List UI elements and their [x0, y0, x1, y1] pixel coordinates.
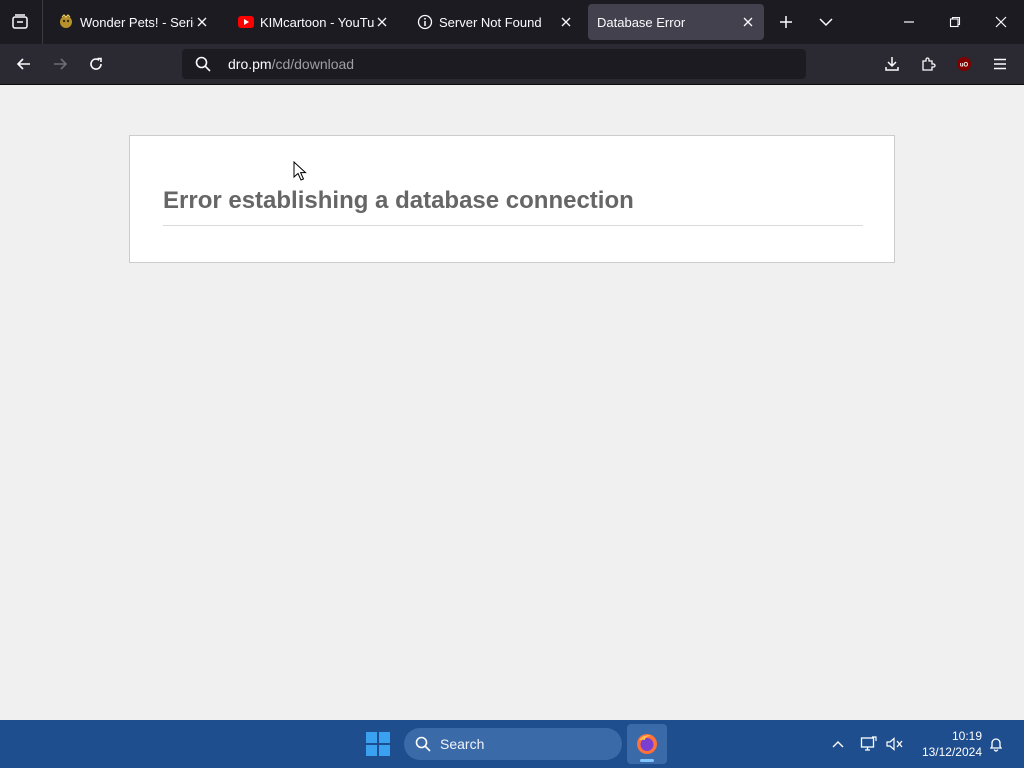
- search-icon: [414, 735, 432, 753]
- notifications-button[interactable]: [986, 734, 1006, 754]
- extensions-button[interactable]: [914, 50, 942, 78]
- url-path: /cd/download: [271, 56, 355, 72]
- network-icon: [860, 736, 877, 751]
- network-button[interactable]: [859, 734, 879, 754]
- start-button[interactable]: [366, 732, 390, 756]
- search-label: Search: [440, 736, 485, 752]
- reload-button[interactable]: [82, 50, 110, 78]
- close-tab-icon[interactable]: [558, 14, 574, 30]
- windows-logo-pane: [379, 732, 390, 743]
- minimize-icon: [904, 21, 914, 23]
- hamburger-menu-icon: [994, 58, 1006, 70]
- close-icon: [995, 16, 1007, 28]
- restore-button[interactable]: [938, 8, 972, 36]
- error-box: Error establishing a database connection: [129, 135, 895, 263]
- bell-icon: [989, 738, 1003, 752]
- firefox-view-icon: [12, 14, 28, 29]
- clock-date: 13/12/2024: [921, 745, 982, 759]
- back-button[interactable]: [10, 50, 38, 78]
- clock-time: 10:19: [951, 729, 982, 743]
- download-icon: [885, 57, 899, 71]
- close-window-button[interactable]: [984, 8, 1018, 36]
- speaker-muted-icon: [886, 737, 903, 751]
- app-menu-button[interactable]: [986, 50, 1014, 78]
- chevron-down-icon: [819, 18, 833, 27]
- puzzle-piece-icon: [922, 57, 936, 71]
- ublock-origin-button[interactable]: uO: [950, 50, 978, 78]
- close-tab-icon[interactable]: [740, 14, 756, 30]
- taskbar-firefox[interactable]: [627, 724, 667, 764]
- volume-button[interactable]: [885, 734, 905, 754]
- tab-strip: Wonder Pets! - Series ( KIMcartoon - You…: [0, 0, 1024, 44]
- tab-database-error[interactable]: Database Error: [588, 4, 764, 40]
- svg-text:uO: uO: [960, 63, 969, 69]
- mouse-cursor-icon: [293, 160, 307, 186]
- tab-kimcartoon-youtube[interactable]: KIMcartoon - YouTube: [228, 4, 398, 40]
- close-tab-icon[interactable]: [194, 14, 210, 30]
- arrow-left-icon: [16, 58, 30, 70]
- youtube-favicon: [238, 14, 254, 30]
- divider: [163, 225, 863, 226]
- tab-title: Database Error: [597, 14, 686, 30]
- url-text: dro.pm/cd/download: [228, 56, 354, 72]
- forward-button[interactable]: [46, 50, 74, 78]
- arrow-right-icon: [54, 58, 68, 70]
- firefox-icon: [637, 734, 657, 754]
- navigation-toolbar: dro.pm/cd/download uO: [0, 44, 1024, 85]
- wonder-pets-favicon: [58, 14, 74, 30]
- tab-title: Wonder Pets! - Series (: [80, 14, 194, 30]
- windows-logo-pane: [379, 745, 390, 756]
- show-hidden-icons-button[interactable]: [828, 734, 848, 754]
- windows-logo-pane: [366, 745, 377, 756]
- reload-icon: [90, 57, 102, 70]
- running-indicator: [640, 759, 654, 762]
- tab-title: KIMcartoon - YouTube: [260, 14, 374, 30]
- taskbar: Search 10:19 13/12/2024: [0, 720, 1024, 768]
- tab-server-not-found[interactable]: Server Not Found: [407, 4, 582, 40]
- address-bar[interactable]: dro.pm/cd/download: [182, 49, 806, 79]
- taskbar-search[interactable]: Search: [404, 728, 622, 760]
- url-host: dro.pm: [228, 56, 272, 72]
- plus-icon: [780, 16, 792, 28]
- restore-icon: [949, 16, 961, 28]
- search-icon: [194, 55, 212, 73]
- ublock-origin-icon: uO: [957, 57, 971, 71]
- tab-title: Server Not Found: [439, 14, 542, 30]
- new-tab-button[interactable]: [774, 10, 798, 34]
- tab-wonder-pets[interactable]: Wonder Pets! - Series (: [48, 4, 218, 40]
- clock[interactable]: 10:19 13/12/2024: [912, 728, 982, 760]
- downloads-button[interactable]: [878, 50, 906, 78]
- close-tab-icon[interactable]: [374, 14, 390, 30]
- info-icon: [417, 14, 433, 30]
- windows-logo-icon: [366, 732, 377, 743]
- page-content: Error establishing a database connection: [0, 85, 1024, 720]
- tab-separator: [42, 0, 43, 44]
- error-heading: Error establishing a database connection: [163, 187, 634, 214]
- list-all-tabs-button[interactable]: [814, 10, 838, 34]
- chevron-up-icon: [832, 741, 844, 748]
- firefox-view-button[interactable]: [8, 10, 32, 34]
- minimize-button[interactable]: [892, 8, 926, 36]
